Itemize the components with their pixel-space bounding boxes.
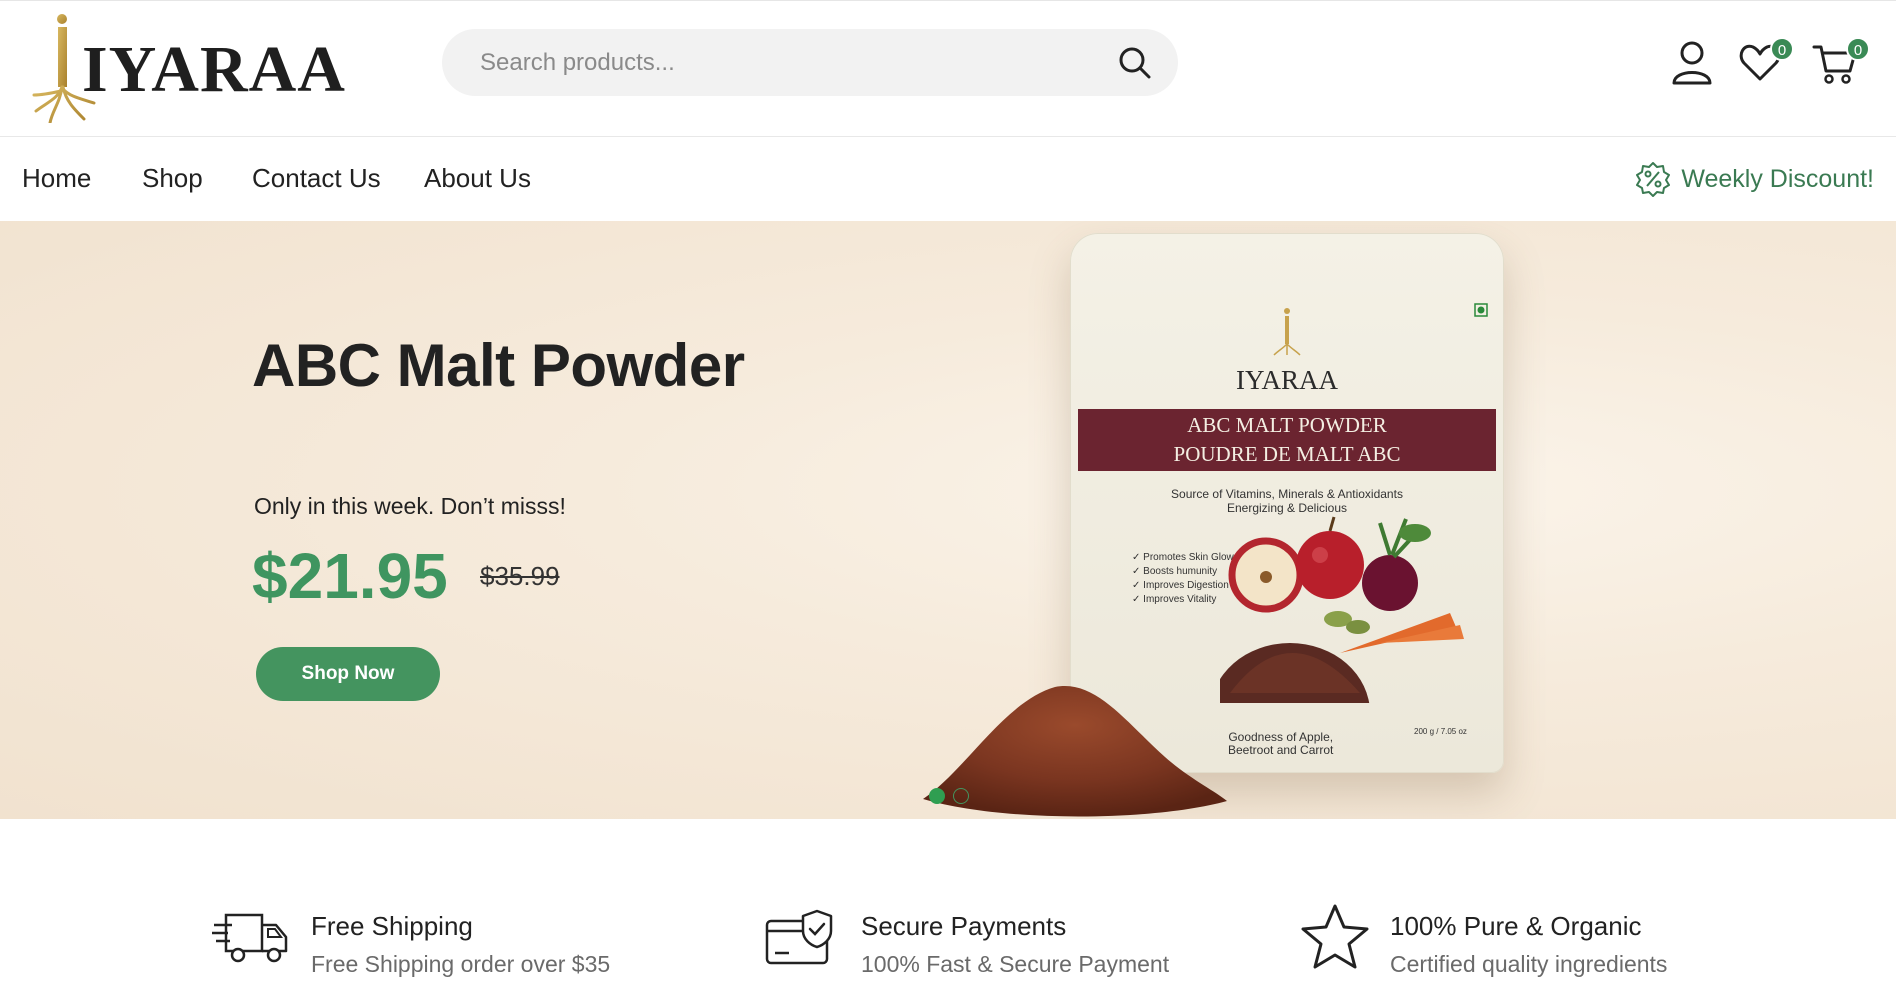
features-strip: Free Shipping Free Shipping order over $… [0, 819, 1896, 997]
feature-title: Secure Payments [861, 911, 1067, 941]
pouch-weight: 200 g / 7.05 oz [1414, 727, 1467, 736]
nav-item-home[interactable]: Home [22, 163, 91, 194]
wishlist-button[interactable]: 0 [1738, 37, 1798, 89]
veg-mark-icon [1474, 303, 1488, 317]
hero-subtitle: Only in this week. Don’t misss! [254, 493, 566, 519]
pouch-benefit-text: Boosts humunity [1143, 566, 1218, 577]
hero-banner: ABC Malt Powder Only in this week. Don’t… [0, 221, 1896, 819]
pouch-benefit: ✓ Boosts humunity [1132, 566, 1218, 577]
carousel-dots [929, 788, 969, 804]
feature-subtitle: Free Shipping order over $35 [311, 951, 611, 977]
pouch-benefit: ✓ Improves Vitality [1132, 594, 1217, 605]
pouch-benefit: ✓ Improves Digestion [1132, 580, 1229, 591]
pouch-brand: IYARAA [1235, 365, 1338, 395]
pouch-benefit-text: Improves Digestion [1143, 580, 1229, 591]
pouch-label-band: ABC MALT POWDER POUDRE DE MALT ABC [1078, 409, 1496, 471]
pouch-benefits: ✓ Promotes Skin Glow ✓ Boosts humunity ✓… [1132, 551, 1234, 607]
pouch-benefit-text: Improves Vitality [1143, 594, 1217, 605]
search-bar [442, 29, 1178, 96]
carousel-dot-2[interactable] [953, 788, 969, 804]
discount-badge-icon [1636, 162, 1671, 197]
wishlist-count-badge: 0 [1770, 37, 1794, 61]
account-icon[interactable] [1670, 39, 1714, 85]
brand-name: IYARAA [82, 33, 346, 106]
weekly-discount-label: Weekly Discount! [1681, 164, 1874, 193]
pouch-footer-line2: Beetroot and Carrot [1228, 743, 1334, 757]
search-input[interactable] [480, 29, 1080, 96]
truck-icon [212, 913, 288, 963]
pouch-band-line1: ABC MALT POWDER [1187, 413, 1387, 437]
cart-count-badge: 0 [1846, 37, 1870, 61]
search-icon[interactable] [1118, 46, 1152, 80]
main-nav: Home Shop Contact Us About Us Weekly Dis… [0, 137, 1896, 221]
star-icon [1301, 904, 1369, 969]
pouch-footer: Goodness of Apple, Beetroot and Carrot [1228, 731, 1333, 757]
hero-price: $21.95 [252, 540, 448, 612]
secure-card-icon [765, 909, 833, 965]
brand-logo[interactable]: IYARAA [30, 11, 345, 123]
fruit-illustration [1220, 516, 1464, 703]
pouch-tagline-line1: Source of Vitamins, Minerals & Antioxida… [1171, 487, 1403, 501]
pouch-band-line2: POUDRE DE MALT ABC [1173, 442, 1401, 466]
site-header: IYARAA 0 0 [0, 0, 1896, 137]
hero-old-price: $35.99 [480, 561, 560, 591]
cart-button[interactable]: 0 [1812, 37, 1876, 89]
feature-title: Free Shipping [311, 911, 473, 941]
pouch-logo-icon [1273, 308, 1301, 356]
nav-item-shop[interactable]: Shop [142, 163, 203, 194]
feature-title: 100% Pure & Organic [1390, 911, 1642, 941]
carousel-dot-1[interactable] [929, 788, 945, 804]
pouch-benefit: ✓ Promotes Skin Glow [1132, 552, 1234, 563]
nav-item-about-us[interactable]: About Us [424, 163, 531, 194]
weekly-discount-link[interactable]: Weekly Discount! [1635, 161, 1874, 197]
hero-title: ABC Malt Powder [252, 332, 745, 399]
feature-subtitle: 100% Fast & Secure Payment [861, 951, 1170, 977]
nav-item-contact-us[interactable]: Contact Us [252, 163, 381, 194]
feature-subtitle: Certified quality ingredients [1390, 951, 1668, 977]
shop-now-button[interactable]: Shop Now [256, 647, 440, 701]
